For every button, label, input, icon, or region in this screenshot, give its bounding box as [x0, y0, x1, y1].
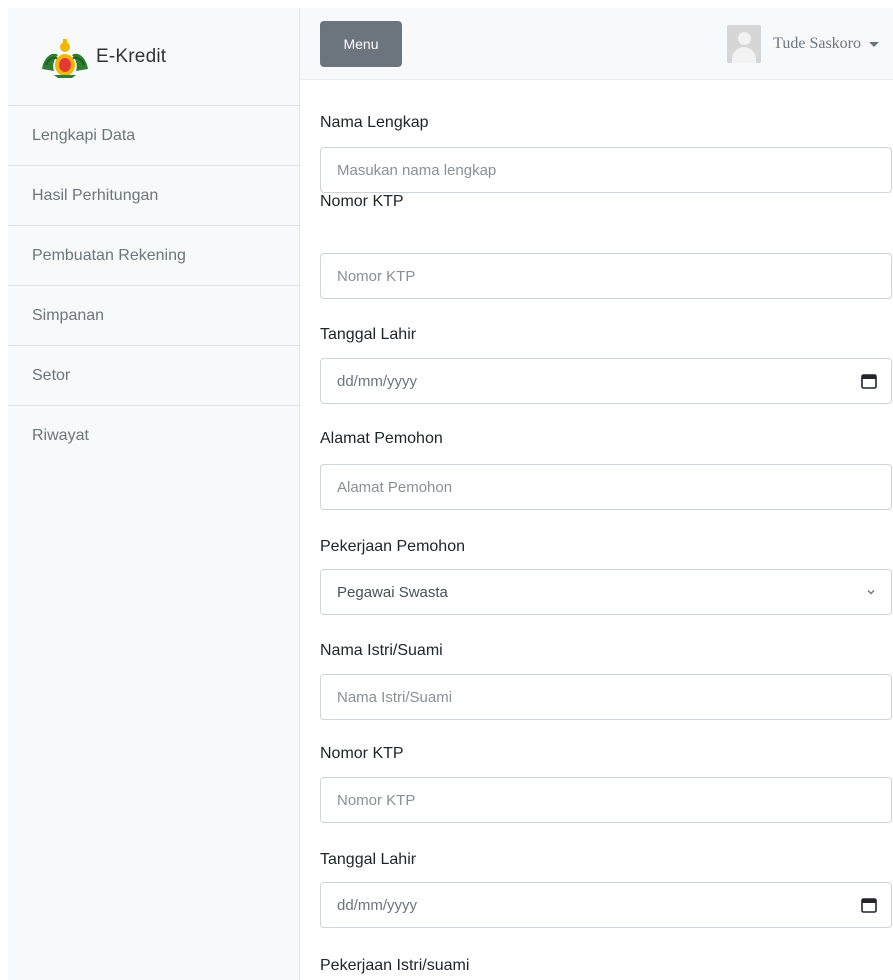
brand-name: E-Kredit [96, 45, 167, 67]
label-pekerjaan-pemohon: Pekerjaan Pemohon [320, 538, 465, 555]
label-nama-lengkap: Nama Lengkap [320, 114, 429, 131]
nama-istri-suami-input[interactable] [337, 688, 877, 706]
nama-lengkap-field[interactable] [320, 147, 892, 193]
sidebar-item-riwayat[interactable]: Riwayat [8, 406, 299, 466]
tanggal-lahir-date-input[interactable]: dd/mm/yyyy [320, 358, 892, 404]
label-nama-istri-suami: Nama Istri/Suami [320, 642, 443, 659]
chevron-down-icon [867, 590, 875, 595]
label-nomor-ktp: Nomor KTP [320, 193, 404, 210]
pekerjaan-pemohon-selected: Pegawai Swasta [337, 583, 448, 601]
sidebar-item-hasil-perhitungan[interactable]: Hasil Perhitungan [8, 166, 299, 226]
nomor-ktp-pasangan-input[interactable] [337, 791, 877, 809]
app-root: E-Kredit Lengkapi Data Hasil Perhitungan… [0, 0, 893, 980]
label-tanggal-lahir-pasangan: Tanggal Lahir [320, 851, 417, 868]
tanggal-lahir-pasangan-value: dd/mm/yyyy [337, 896, 418, 914]
sidebar-item-simpanan[interactable]: Simpanan [8, 286, 299, 346]
nomor-ktp-input[interactable] [337, 267, 877, 285]
user-avatar-icon [727, 25, 762, 63]
pekerjaan-pemohon-select[interactable]: Pegawai Swasta [320, 569, 892, 615]
tanggal-lahir-pasangan-date-input[interactable]: dd/mm/yyyy [320, 882, 892, 928]
nama-istri-suami-field[interactable] [320, 674, 892, 720]
nomor-ktp-pasangan-field[interactable] [320, 777, 892, 823]
sidebar-item-pembuatan-rekening[interactable]: Pembuatan Rekening [8, 226, 299, 286]
caret-down-icon [869, 41, 879, 47]
garuda-logo-icon [42, 38, 88, 78]
top-navbar: Menu Tude Saskoro [300, 8, 893, 80]
label-nomor-ktp-pasangan: Nomor KTP [320, 745, 404, 762]
label-pekerjaan-istri-suami: Pekerjaan Istri/suami [320, 957, 470, 974]
menu-toggle-button[interactable]: Menu [320, 21, 402, 67]
calendar-icon[interactable] [861, 373, 877, 389]
sidebar-item-lengkapi-data[interactable]: Lengkapi Data [8, 106, 299, 166]
sidebar-item-setor[interactable]: Setor [8, 346, 299, 406]
user-dropdown[interactable]: Tude Saskoro [727, 24, 879, 64]
label-tanggal-lahir: Tanggal Lahir [320, 326, 417, 343]
brand[interactable]: E-Kredit [8, 8, 299, 106]
label-alamat-pemohon: Alamat Pemohon [320, 430, 443, 447]
user-name: Tude Saskoro [773, 35, 861, 52]
sidebar: E-Kredit Lengkapi Data Hasil Perhitungan… [8, 8, 300, 980]
tanggal-lahir-value: dd/mm/yyyy [337, 372, 418, 390]
calendar-icon[interactable] [861, 897, 877, 913]
nama-lengkap-input[interactable] [337, 161, 877, 179]
alamat-pemohon-input[interactable] [337, 478, 877, 496]
nomor-ktp-field[interactable] [320, 253, 892, 299]
alamat-pemohon-field[interactable] [320, 464, 892, 510]
